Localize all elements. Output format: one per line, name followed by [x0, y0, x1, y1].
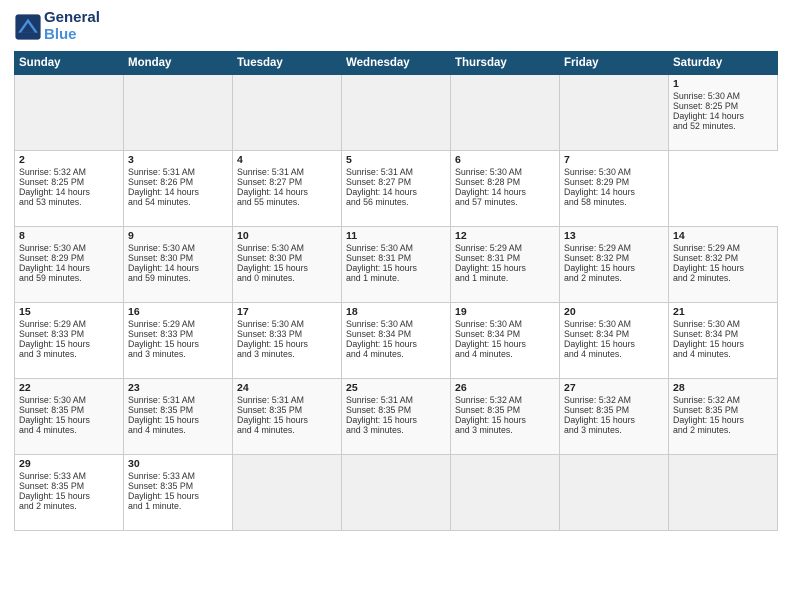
logo-text-line2: Blue: [44, 27, 100, 44]
day-number: 11: [346, 230, 446, 242]
day-number: 16: [128, 306, 228, 318]
calendar-cell-empty: [15, 75, 124, 151]
weekday-header-row: SundayMondayTuesdayWednesdayThursdayFrid…: [15, 52, 778, 75]
day-number: 29: [19, 458, 119, 470]
calendar-cell-14: 14Sunrise: 5:29 AMSunset: 8:32 PMDayligh…: [669, 227, 778, 303]
calendar-cell-29: 29Sunrise: 5:33 AMSunset: 8:35 PMDayligh…: [15, 455, 124, 531]
weekday-header-saturday: Saturday: [669, 52, 778, 75]
weekday-header-friday: Friday: [560, 52, 669, 75]
calendar-cell-21: 21Sunrise: 5:30 AMSunset: 8:34 PMDayligh…: [669, 303, 778, 379]
calendar-cell-empty: [233, 75, 342, 151]
day-number: 15: [19, 306, 119, 318]
calendar-cell-10: 10Sunrise: 5:30 AMSunset: 8:30 PMDayligh…: [233, 227, 342, 303]
calendar-cell-27: 27Sunrise: 5:32 AMSunset: 8:35 PMDayligh…: [560, 379, 669, 455]
day-number: 3: [128, 154, 228, 166]
day-number: 27: [564, 382, 664, 394]
calendar-cell-4: 4Sunrise: 5:31 AMSunset: 8:27 PMDaylight…: [233, 151, 342, 227]
day-number: 9: [128, 230, 228, 242]
weekday-header-tuesday: Tuesday: [233, 52, 342, 75]
logo: General Blue: [14, 10, 100, 43]
calendar-cell-1: 1Sunrise: 5:30 AMSunset: 8:25 PMDaylight…: [669, 75, 778, 151]
calendar-cell-empty: [124, 75, 233, 151]
calendar-cell-empty: [560, 75, 669, 151]
day-number: 30: [128, 458, 228, 470]
day-number: 24: [237, 382, 337, 394]
calendar-cell-empty: [342, 455, 451, 531]
calendar-week-row: 1Sunrise: 5:30 AMSunset: 8:25 PMDaylight…: [15, 75, 778, 151]
day-number: 10: [237, 230, 337, 242]
weekday-header-monday: Monday: [124, 52, 233, 75]
day-number: 20: [564, 306, 664, 318]
day-number: 22: [19, 382, 119, 394]
calendar-cell-30: 30Sunrise: 5:33 AMSunset: 8:35 PMDayligh…: [124, 455, 233, 531]
calendar-cell-22: 22Sunrise: 5:30 AMSunset: 8:35 PMDayligh…: [15, 379, 124, 455]
day-number: 13: [564, 230, 664, 242]
calendar-cell-5: 5Sunrise: 5:31 AMSunset: 8:27 PMDaylight…: [342, 151, 451, 227]
day-number: 2: [19, 154, 119, 166]
day-number: 23: [128, 382, 228, 394]
day-number: 18: [346, 306, 446, 318]
calendar-cell-empty: [451, 75, 560, 151]
day-number: 26: [455, 382, 555, 394]
calendar-week-row: 15Sunrise: 5:29 AMSunset: 8:33 PMDayligh…: [15, 303, 778, 379]
calendar-cell-24: 24Sunrise: 5:31 AMSunset: 8:35 PMDayligh…: [233, 379, 342, 455]
calendar-cell-empty: [342, 75, 451, 151]
day-number: 14: [673, 230, 773, 242]
calendar-table: SundayMondayTuesdayWednesdayThursdayFrid…: [14, 51, 778, 531]
calendar-cell-23: 23Sunrise: 5:31 AMSunset: 8:35 PMDayligh…: [124, 379, 233, 455]
calendar-cell-13: 13Sunrise: 5:29 AMSunset: 8:32 PMDayligh…: [560, 227, 669, 303]
calendar-cell-16: 16Sunrise: 5:29 AMSunset: 8:33 PMDayligh…: [124, 303, 233, 379]
calendar-cell-7: 7Sunrise: 5:30 AMSunset: 8:29 PMDaylight…: [560, 151, 669, 227]
calendar-cell-empty: [451, 455, 560, 531]
calendar-cell-18: 18Sunrise: 5:30 AMSunset: 8:34 PMDayligh…: [342, 303, 451, 379]
logo-icon: [14, 13, 42, 41]
logo-text-line1: General: [44, 10, 100, 27]
calendar-cell-empty: [669, 455, 778, 531]
calendar-cell-6: 6Sunrise: 5:30 AMSunset: 8:28 PMDaylight…: [451, 151, 560, 227]
calendar-cell-11: 11Sunrise: 5:30 AMSunset: 8:31 PMDayligh…: [342, 227, 451, 303]
calendar-cell-empty: [233, 455, 342, 531]
day-number: 17: [237, 306, 337, 318]
calendar-cell-28: 28Sunrise: 5:32 AMSunset: 8:35 PMDayligh…: [669, 379, 778, 455]
day-number: 8: [19, 230, 119, 242]
calendar-cell-15: 15Sunrise: 5:29 AMSunset: 8:33 PMDayligh…: [15, 303, 124, 379]
calendar-week-row: 8Sunrise: 5:30 AMSunset: 8:29 PMDaylight…: [15, 227, 778, 303]
weekday-header-wednesday: Wednesday: [342, 52, 451, 75]
weekday-header-thursday: Thursday: [451, 52, 560, 75]
calendar-cell-8: 8Sunrise: 5:30 AMSunset: 8:29 PMDaylight…: [15, 227, 124, 303]
calendar-cell-3: 3Sunrise: 5:31 AMSunset: 8:26 PMDaylight…: [124, 151, 233, 227]
calendar-cell-20: 20Sunrise: 5:30 AMSunset: 8:34 PMDayligh…: [560, 303, 669, 379]
calendar-cell-12: 12Sunrise: 5:29 AMSunset: 8:31 PMDayligh…: [451, 227, 560, 303]
day-number: 5: [346, 154, 446, 166]
calendar-cell-empty: [560, 455, 669, 531]
day-number: 21: [673, 306, 773, 318]
calendar-week-row: 22Sunrise: 5:30 AMSunset: 8:35 PMDayligh…: [15, 379, 778, 455]
calendar-cell-9: 9Sunrise: 5:30 AMSunset: 8:30 PMDaylight…: [124, 227, 233, 303]
calendar-cell-19: 19Sunrise: 5:30 AMSunset: 8:34 PMDayligh…: [451, 303, 560, 379]
day-number: 6: [455, 154, 555, 166]
calendar-page: General Blue SundayMondayTuesdayWednesda…: [0, 0, 792, 612]
calendar-cell-26: 26Sunrise: 5:32 AMSunset: 8:35 PMDayligh…: [451, 379, 560, 455]
day-number: 25: [346, 382, 446, 394]
calendar-week-row: 29Sunrise: 5:33 AMSunset: 8:35 PMDayligh…: [15, 455, 778, 531]
day-number: 4: [237, 154, 337, 166]
header: General Blue: [14, 10, 778, 43]
calendar-week-row: 2Sunrise: 5:32 AMSunset: 8:25 PMDaylight…: [15, 151, 778, 227]
calendar-cell-25: 25Sunrise: 5:31 AMSunset: 8:35 PMDayligh…: [342, 379, 451, 455]
day-number: 1: [673, 78, 773, 90]
day-number: 28: [673, 382, 773, 394]
day-number: 19: [455, 306, 555, 318]
weekday-header-sunday: Sunday: [15, 52, 124, 75]
calendar-cell-17: 17Sunrise: 5:30 AMSunset: 8:33 PMDayligh…: [233, 303, 342, 379]
day-number: 12: [455, 230, 555, 242]
day-number: 7: [564, 154, 664, 166]
calendar-cell-2: 2Sunrise: 5:32 AMSunset: 8:25 PMDaylight…: [15, 151, 124, 227]
